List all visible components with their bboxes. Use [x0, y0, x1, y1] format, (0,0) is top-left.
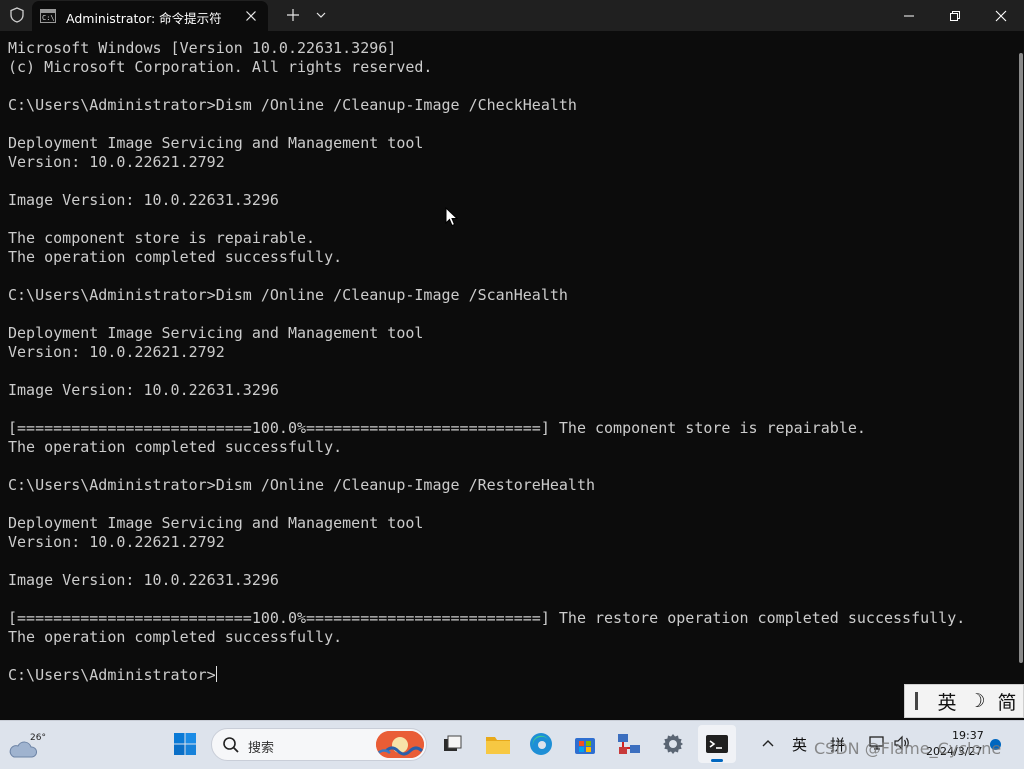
windows-logo-icon — [174, 733, 196, 755]
title-bar: C:\ Administrator: 命令提示符 — [0, 0, 1024, 31]
task-view-button[interactable] — [433, 725, 471, 763]
folder-icon — [486, 737, 510, 754]
search-placeholder: 搜索 — [248, 741, 275, 756]
edge-browser-button[interactable] — [522, 725, 560, 763]
network-app-icon — [618, 734, 640, 754]
console-line: Deployment Image Servicing and Managemen… — [8, 514, 424, 532]
search-box[interactable]: 搜索 — [211, 728, 427, 761]
console-line: [==========================100.0%=======… — [8, 609, 966, 627]
close-icon — [995, 10, 1007, 21]
console-line: The component store is repairable. — [8, 229, 316, 247]
console-line: Deployment Image Servicing and Managemen… — [8, 324, 424, 342]
console-line: The operation completed successfully. — [8, 628, 343, 646]
new-tab-icon[interactable] — [284, 6, 302, 24]
ime-drag-handle[interactable] — [915, 692, 918, 710]
show-hidden-icons-chevron-icon[interactable] — [760, 735, 776, 751]
file-explorer-button[interactable] — [479, 725, 517, 763]
console-line: Image Version: 10.0.22631.3296 — [8, 191, 279, 209]
console-line: Microsoft Windows [Version 10.0.22631.32… — [8, 39, 397, 57]
console-line: The operation completed successfully. — [8, 438, 343, 456]
cmd-icon: C:\ — [40, 9, 56, 23]
console-line: The operation completed successfully. — [8, 248, 343, 266]
close-tab-icon[interactable] — [243, 8, 259, 24]
console-line: C:\Users\Administrator>Dism /Online /Cle… — [8, 96, 577, 114]
maximize-button[interactable] — [932, 0, 978, 31]
store-icon — [575, 738, 595, 754]
console-output[interactable]: Microsoft Windows [Version 10.0.22631.32… — [0, 31, 1018, 725]
start-button[interactable] — [166, 725, 204, 763]
chevron-down-icon[interactable] — [313, 7, 329, 23]
weather-temperature: 26° — [30, 733, 46, 743]
tab-command-prompt[interactable]: C:\ Administrator: 命令提示符 — [32, 1, 268, 31]
mouse-cursor-icon — [445, 207, 459, 227]
search-icon — [223, 737, 239, 753]
ime-script-toggle[interactable]: 简 — [992, 688, 1022, 715]
edge-icon — [530, 733, 552, 755]
network-tool-button[interactable] — [610, 725, 648, 763]
console-line: C:\Users\Administrator>Dism /Online /Cle… — [8, 476, 595, 494]
minimize-button[interactable] — [886, 0, 932, 31]
ime-language-toggle[interactable]: 英 — [932, 688, 962, 715]
scrollbar[interactable] — [1018, 31, 1024, 725]
command-prompt-line[interactable]: C:\Users\Administrator> — [8, 666, 965, 685]
scrollbar-thumb[interactable] — [1019, 53, 1023, 663]
settings-button[interactable] — [654, 725, 692, 763]
close-button[interactable] — [978, 0, 1024, 31]
terminal-button[interactable] — [698, 725, 736, 763]
task-view-icon — [444, 735, 462, 751]
console-line: C:\Users\Administrator>Dism /Online /Cle… — [8, 286, 568, 304]
console-text: Microsoft Windows [Version 10.0.22631.32… — [8, 39, 965, 685]
terminal-icon — [706, 735, 728, 753]
microsoft-store-button[interactable] — [566, 725, 604, 763]
watermark-text: CSDN @Flame_Cyclone — [814, 739, 1002, 758]
weather-widget[interactable]: 26° — [8, 729, 46, 761]
minimize-icon — [904, 15, 914, 16]
console-line: Version: 10.0.22621.2792 — [8, 533, 225, 551]
console-line: Image Version: 10.0.22631.3296 — [8, 571, 279, 589]
console-line: (c) Microsoft Corporation. All rights re… — [8, 58, 433, 76]
active-app-indicator — [711, 759, 723, 762]
console-line: Version: 10.0.22621.2792 — [8, 153, 225, 171]
console-line: Image Version: 10.0.22631.3296 — [8, 381, 279, 399]
console-line: Version: 10.0.22621.2792 — [8, 343, 225, 361]
console-line: [==========================100.0%=======… — [8, 419, 866, 437]
console-line: Deployment Image Servicing and Managemen… — [8, 134, 424, 152]
ime-toolbar: 英 ☽ 简 — [904, 684, 1024, 718]
text-cursor — [215, 666, 217, 682]
input-language-indicator[interactable]: 英 — [792, 734, 807, 755]
tab-title: Administrator: 命令提示符 — [66, 11, 222, 26]
search-highlight-image[interactable] — [376, 731, 424, 758]
ime-width-toggle[interactable]: ☽ — [962, 690, 992, 712]
restore-icon — [950, 10, 960, 21]
command-prompt: C:\Users\Administrator> — [8, 666, 216, 684]
search-highlight-icon — [376, 731, 424, 758]
gear-icon — [663, 734, 683, 754]
shield-icon[interactable] — [6, 4, 28, 26]
